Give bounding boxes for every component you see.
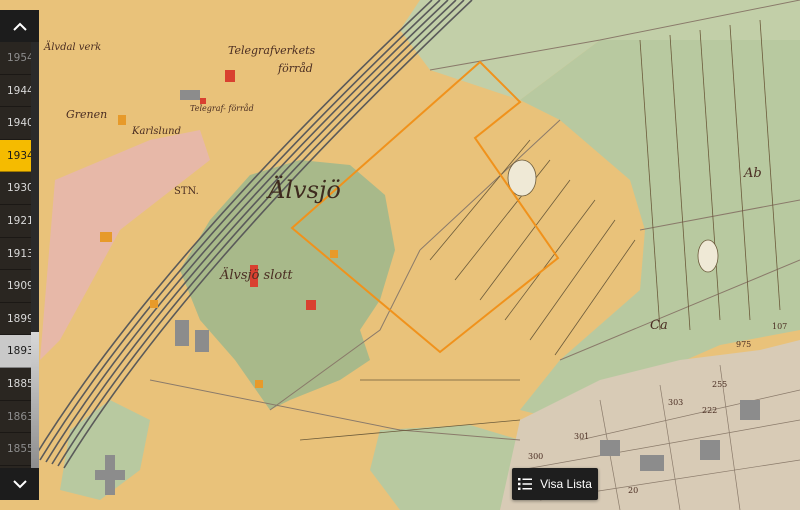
historical-map[interactable]: Älvsjö Älvsjö slott Telegrafverkets förr… bbox=[0, 0, 800, 510]
pond-shape-2 bbox=[697, 239, 719, 273]
timeline-down-button[interactable] bbox=[0, 468, 39, 500]
map-canvas[interactable] bbox=[0, 0, 800, 510]
timeline-up-button[interactable] bbox=[0, 10, 39, 42]
timeline-year-list[interactable]: 1954 1944 1940 1934 1930 1921 1913 1909 1899 1893… bbox=[0, 42, 39, 468]
timeline-scrollbar[interactable] bbox=[31, 42, 39, 468]
show-list-button[interactable]: Visa Lista bbox=[512, 468, 598, 500]
chevron-down-icon bbox=[12, 479, 27, 488]
chevron-up-icon bbox=[12, 22, 27, 31]
year-timeline[interactable]: 1954 1944 1940 1934 1930 1921 1913 1909 1899 1893… bbox=[0, 10, 39, 500]
timeline-scrollbar-thumb[interactable] bbox=[31, 332, 39, 468]
show-list-label: Visa Lista bbox=[540, 477, 592, 491]
list-icon bbox=[518, 478, 533, 490]
